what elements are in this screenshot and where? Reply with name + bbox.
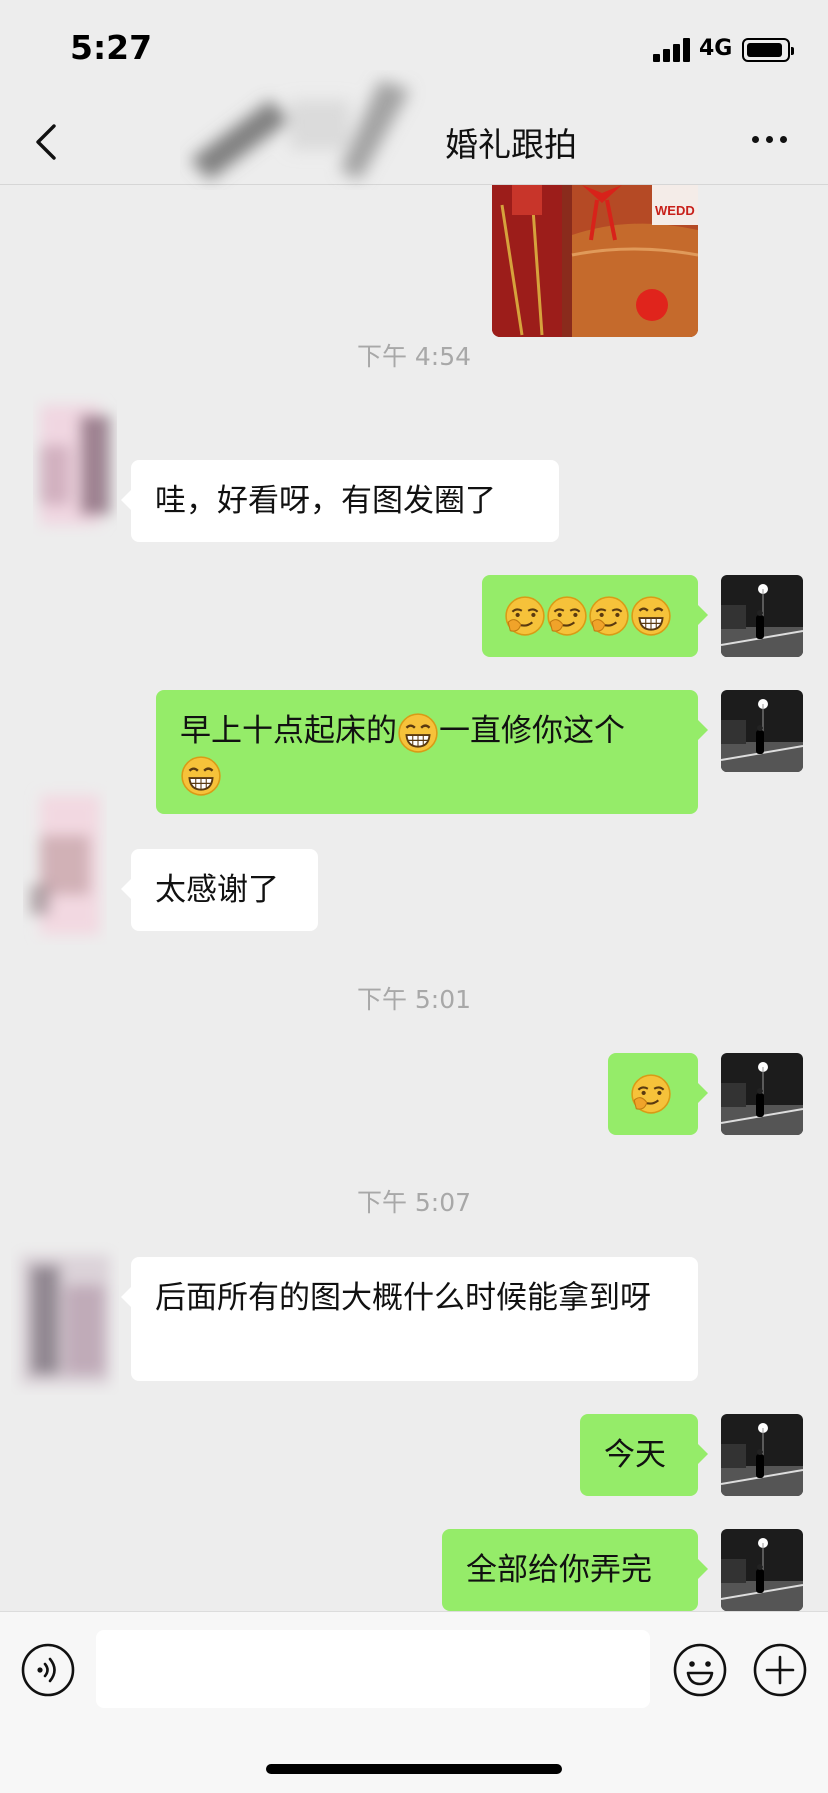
voice-input-icon[interactable]: [20, 1642, 76, 1698]
wedding-photo-message[interactable]: WEDD: [492, 185, 698, 337]
message-input[interactable]: [96, 1630, 650, 1708]
message-text: 全部给你弄完: [466, 1552, 652, 1588]
blurred-contact-name: [190, 80, 410, 180]
grin-emoji-icon: [397, 712, 439, 754]
chat-title: 婚礼跟拍: [445, 125, 577, 164]
grin-emoji-icon: [180, 755, 222, 797]
my-avatar[interactable]: [721, 1414, 803, 1496]
outgoing-message[interactable]: 全部给你弄完: [442, 1529, 708, 1611]
chat-header: 婚礼跟拍: [0, 80, 828, 185]
message-text: 后面所有的图大概什么时候能拿到呀: [155, 1280, 651, 1316]
smirk-emoji-icon: [630, 1073, 672, 1115]
battery-icon: [742, 38, 794, 62]
smirk-emoji-icon: [504, 595, 546, 637]
photo-wedding-text: WEDD: [655, 203, 695, 218]
blurred-contact-avatar[interactable]: [10, 1225, 130, 1395]
smirk-emoji-icon: [588, 595, 630, 637]
incoming-message[interactable]: 太感谢了: [121, 849, 318, 931]
message-list[interactable]: WEDD 下午 4:54 哇，好看呀，有图发圈了 早上十点起床的 一直修你这个 太…: [0, 185, 828, 1611]
message-text: 一直修你这个: [439, 713, 625, 749]
emoji-icon[interactable]: [672, 1642, 728, 1698]
outgoing-emoji-message[interactable]: [482, 575, 708, 657]
chevron-left-icon[interactable]: [28, 122, 68, 162]
cellular-signal-icon: [653, 38, 693, 62]
outgoing-emoji-message[interactable]: [608, 1053, 708, 1135]
message-text: 今天: [604, 1437, 666, 1473]
my-avatar[interactable]: [721, 575, 803, 657]
my-avatar[interactable]: [721, 1529, 803, 1611]
my-avatar[interactable]: [721, 690, 803, 772]
timestamp: 下午 5:07: [356, 1188, 472, 1217]
my-avatar[interactable]: [721, 1053, 803, 1135]
smirk-emoji-icon: [546, 595, 588, 637]
outgoing-message[interactable]: 今天: [580, 1414, 708, 1496]
outgoing-message[interactable]: 早上十点起床的 一直修你这个: [156, 690, 708, 814]
message-text: 早上十点起床的: [180, 713, 397, 749]
status-time: 5:27: [70, 28, 153, 67]
input-bar: [0, 1611, 828, 1793]
timestamp: 下午 4:54: [356, 342, 472, 371]
blurred-contact-avatar[interactable]: [10, 385, 130, 555]
incoming-message[interactable]: 哇，好看呀，有图发圈了: [121, 460, 559, 542]
message-text: 哇，好看呀，有图发圈了: [155, 483, 496, 519]
timestamp: 下午 5:01: [356, 985, 472, 1014]
grin-emoji-icon: [630, 595, 672, 637]
message-text: 太感谢了: [155, 872, 279, 908]
blurred-contact-avatar[interactable]: [10, 775, 130, 945]
home-indicator[interactable]: [266, 1764, 562, 1774]
network-type: 4G: [699, 36, 733, 61]
plus-icon[interactable]: [752, 1642, 808, 1698]
more-dots-icon[interactable]: [750, 130, 790, 150]
incoming-message[interactable]: 后面所有的图大概什么时候能拿到呀: [121, 1257, 698, 1381]
